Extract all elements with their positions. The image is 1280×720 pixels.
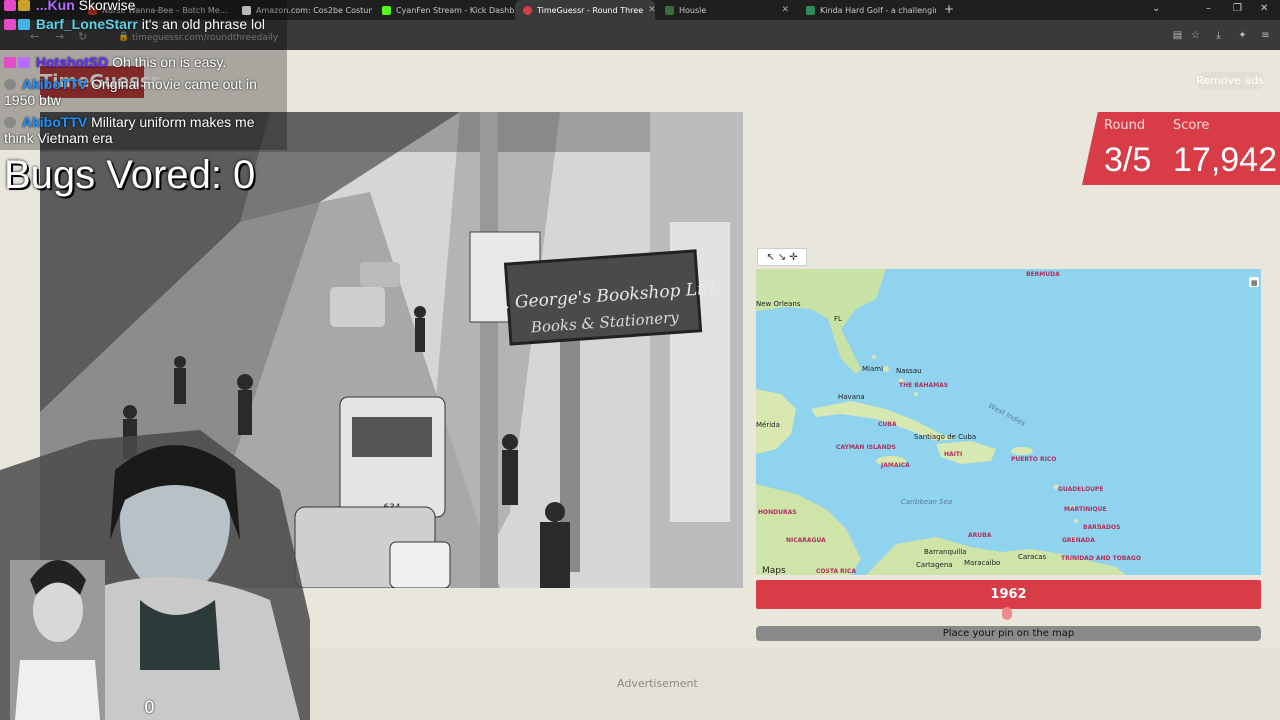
map-city-label: New Orleans <box>756 300 801 308</box>
map-label: CAYMAN ISLANDS <box>836 444 896 451</box>
guess-map[interactable]: BERMUDA THE BAHAMAS CUBA CAYMAN ISLANDS … <box>756 269 1261 575</box>
download-icon[interactable]: ⤓ <box>1213 30 1224 41</box>
badge-icon <box>18 19 30 30</box>
map-city-label: Mérida <box>756 421 780 429</box>
score-label: Score <box>1173 118 1210 133</box>
map-city-label: Santiago de Cuba <box>914 433 976 441</box>
webcam-counter: 0 <box>144 698 155 718</box>
map-label: PUERTO RICO <box>1011 456 1056 463</box>
round-label: Round <box>1104 118 1146 133</box>
avatar-icon <box>4 117 16 128</box>
tab-timeguessr[interactable]: TimeGuessr - Round Three ✕ <box>515 0 655 20</box>
chat-message: HotshotSD Oh this on is easy. <box>4 54 284 70</box>
chat-message: AkiboTTV Original movie came out in 1950… <box>4 76 257 108</box>
webcam-svg <box>0 430 310 720</box>
advertisement-label: Advertisement <box>617 677 698 690</box>
map-city-label: Miami <box>862 365 883 373</box>
reader-icon[interactable]: ▤ <box>1172 30 1183 41</box>
round-value: 3/5 <box>1104 141 1152 179</box>
map-city-label: Maracaibo <box>964 559 1000 567</box>
map-city-label: Caracas <box>1018 553 1046 561</box>
map-label: HAITI <box>944 451 962 458</box>
close-tab-icon[interactable]: ✕ <box>781 5 789 15</box>
new-tab-button[interactable]: + <box>944 2 954 16</box>
bugs-vored-counter: Bugs Vored: 0 <box>4 153 256 197</box>
chat-message: ...Kun Skorwise <box>4 0 284 13</box>
map-label: MARTINIQUE <box>1064 506 1107 513</box>
stream-chat-overlay: ...Kun Skorwise Barf_LoneStarr it's an o… <box>0 0 287 160</box>
map-label: JAMAICA <box>880 462 910 469</box>
tab-golf[interactable]: Kinda Hard Golf - a challenging ...✕ <box>798 0 936 20</box>
map-label: GUADELOUPE <box>1058 486 1103 493</box>
tab-kick[interactable]: CyanFen Stream - Kick Dashbo...✕ <box>374 0 514 20</box>
map-label: BARBADOS <box>1083 524 1120 531</box>
tab-favicon-icon <box>382 5 391 15</box>
sub-badge-icon <box>4 0 16 11</box>
map-city-label: Cartagena <box>916 561 953 569</box>
map-label: THE BAHAMAS <box>899 382 948 389</box>
map-label: TRINIDAD AND TOBAGO <box>1061 555 1141 562</box>
webcam-overlay <box>0 430 310 720</box>
place-pin-button[interactable]: Place your pin on the map <box>756 626 1261 641</box>
chat-message: Barf_LoneStarr it's an old phrase lol <box>4 16 284 32</box>
sub-badge-icon <box>4 19 16 30</box>
map-svg[interactable]: BERMUDA THE BAHAMAS CUBA CAYMAN ISLANDS … <box>756 269 1261 575</box>
year-slider-handle[interactable] <box>1002 607 1012 620</box>
close-window-icon[interactable]: ✕ <box>1260 3 1268 14</box>
map-label: GRENADA <box>1062 537 1095 544</box>
chat-message: AkiboTTV Military uniform makes me think… <box>4 114 255 146</box>
score-value: 17,942 <box>1173 141 1277 179</box>
expand-map-icon[interactable]: ↘ <box>778 252 786 263</box>
map-city-label: Barranquilla <box>924 548 966 556</box>
year-display: 1962 <box>756 580 1261 609</box>
ad-area <box>300 648 1280 720</box>
badge-icon <box>18 0 30 11</box>
map-size-controls: ↖ ↘ ✛ <box>757 248 807 266</box>
tab-favicon-icon <box>806 5 815 15</box>
sub-badge-icon <box>4 57 16 68</box>
close-tab-icon[interactable]: ✕ <box>648 5 655 15</box>
map-city-label: Nassau <box>896 367 922 375</box>
map-region-label: Caribbean Sea <box>901 498 952 506</box>
map-label: COSTA RICA <box>816 568 856 575</box>
pin-map-icon[interactable]: ✛ <box>789 252 797 263</box>
minimize-icon[interactable]: – <box>1206 3 1211 14</box>
screen: Nurse Wanna-Bee – Botch Me...✕ Amazon.co… <box>0 0 1280 720</box>
restore-icon[interactable]: ❐ <box>1233 3 1242 14</box>
tab-favicon-icon <box>665 5 674 15</box>
remove-ads-button[interactable]: Remove ads <box>1195 72 1265 90</box>
map-label: HONDURAS <box>758 509 797 516</box>
map-city-label: Havana <box>838 393 865 401</box>
tab-favicon-icon <box>523 5 532 15</box>
map-label: ARUBA <box>968 532 992 539</box>
map-label: CUBA <box>878 421 897 428</box>
tab-housle[interactable]: Housle ✕ <box>657 0 797 20</box>
map-city-label: FL <box>834 315 842 323</box>
shrink-map-icon[interactable]: ↖ <box>766 252 774 263</box>
bookmark-star-icon[interactable]: ☆ <box>1190 30 1201 41</box>
menu-icon[interactable]: ≡ <box>1260 30 1271 41</box>
map-label: BERMUDA <box>1026 271 1060 278</box>
badge-icon <box>18 57 30 68</box>
extensions-icon[interactable]: ✦ <box>1237 30 1248 41</box>
tab-list-icon[interactable]: ⌄ <box>1152 3 1160 14</box>
map-type-icon[interactable]: ▦ <box>1251 279 1258 287</box>
apple-maps-logo: Maps <box>762 566 786 575</box>
map-label: NICARAGUA <box>786 537 826 544</box>
avatar-icon <box>4 79 16 90</box>
